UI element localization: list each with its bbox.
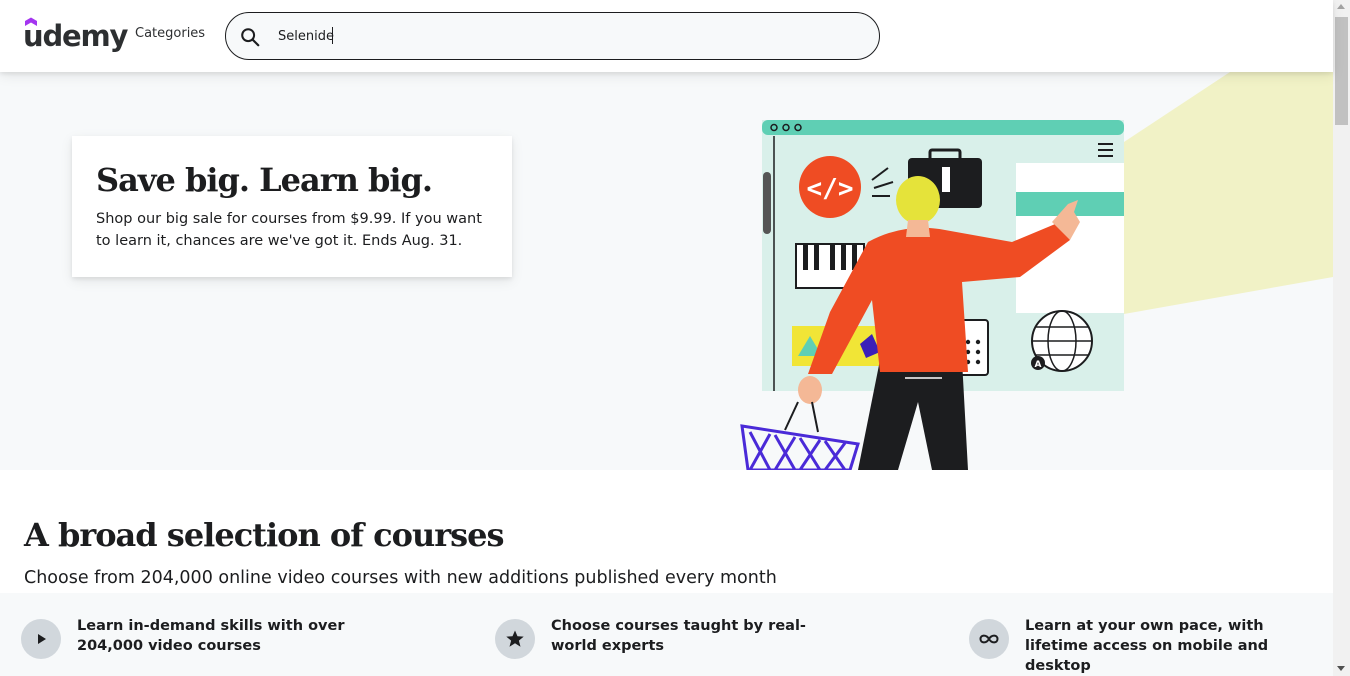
- svg-text:A: A: [1035, 360, 1042, 370]
- feature-icon-circle: [969, 619, 1009, 659]
- scroll-up-arrow[interactable]: [1337, 4, 1345, 9]
- svg-text:</>: </>: [807, 174, 854, 204]
- hero-subtitle: Shop our big sale for courses from $9.99…: [96, 211, 482, 249]
- feature-icon-circle: [21, 619, 61, 659]
- star-icon: [506, 630, 524, 647]
- feature-text: Learn at your own pace, with lifetime ac…: [1025, 618, 1269, 674]
- section-title: A broad selection of courses: [24, 516, 504, 554]
- categories-menu[interactable]: Categories: [135, 26, 205, 41]
- page-scrollbar[interactable]: [1333, 0, 1350, 676]
- infinity-icon: [979, 634, 999, 644]
- scroll-down-arrow[interactable]: [1337, 666, 1345, 671]
- section-subtitle: Choose from 204,000 online video courses…: [24, 568, 777, 588]
- scroll-thumb[interactable]: [1335, 17, 1348, 125]
- feature-text: Learn in-demand skills with over 204,000…: [77, 618, 345, 654]
- search-icon[interactable]: [239, 26, 261, 48]
- hero-promo-card: Save big. Learn big. Shop our big sale f…: [72, 136, 512, 277]
- search-input[interactable]: [278, 13, 858, 59]
- udemy-logo[interactable]: udemy: [23, 17, 128, 57]
- hero-banner: </> A Save big. Learn big. Shop our big …: [0, 72, 1333, 470]
- top-header: udemy Categories: [0, 0, 1333, 72]
- logo-text: udemy: [23, 19, 128, 53]
- text-caret: [332, 27, 333, 44]
- play-icon: [38, 634, 46, 644]
- features-strip: Learn in-demand skills with over 204,000…: [0, 593, 1333, 676]
- feature-icon-circle: [495, 619, 535, 659]
- feature-text: Choose courses taught by real-world expe…: [551, 618, 806, 654]
- search-bar[interactable]: [225, 12, 880, 60]
- hero-title: Save big. Learn big.: [96, 161, 433, 199]
